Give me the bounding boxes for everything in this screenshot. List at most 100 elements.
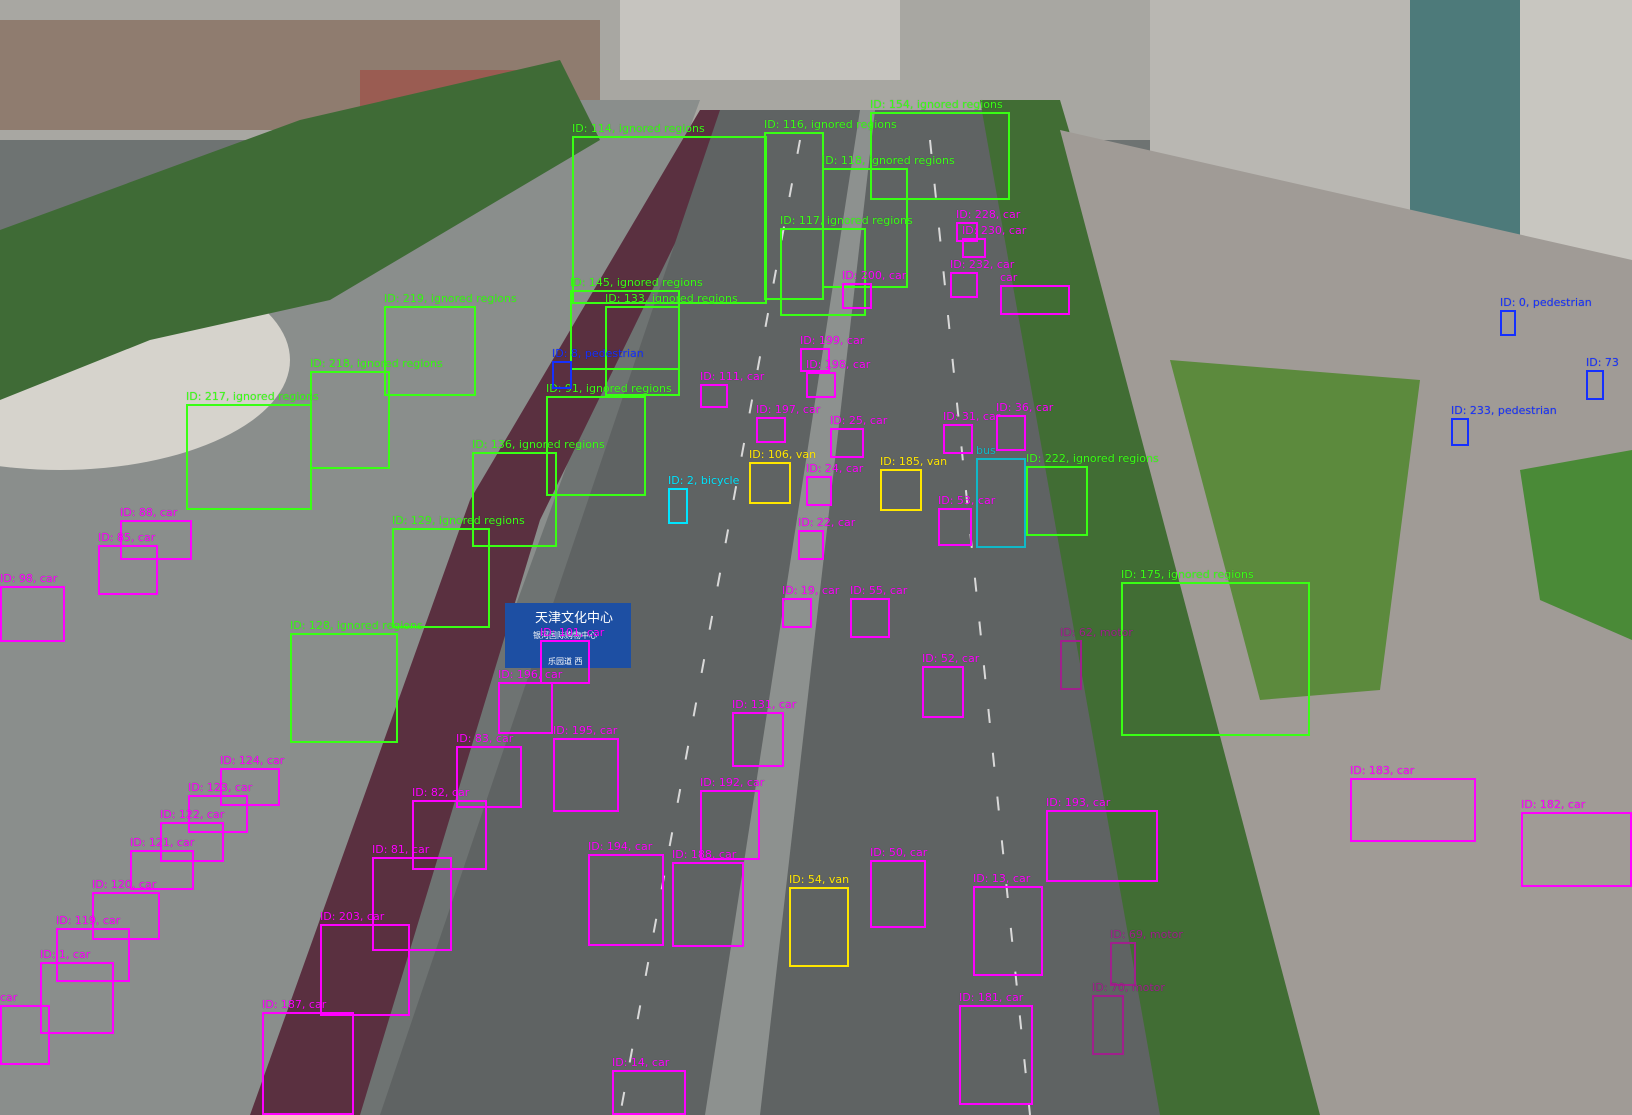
detection-label: ID: 119, car bbox=[56, 914, 121, 927]
detection-label: ID: 188, car bbox=[672, 848, 737, 861]
detection-label: ID: 50, car bbox=[870, 846, 928, 859]
detection-label: car bbox=[1000, 271, 1018, 284]
signboard-line1: 天津文化中心 bbox=[535, 611, 613, 626]
detection-label: ID: 98, car bbox=[0, 572, 58, 585]
detection-box-car bbox=[962, 238, 986, 258]
detection-label: ID: 36, car bbox=[996, 401, 1054, 414]
detection-label: ID: 69, motor bbox=[1110, 928, 1183, 941]
detection-box-ignored-regions bbox=[392, 528, 490, 628]
detection-label: ID: 24, car bbox=[806, 462, 864, 475]
detection-box-car bbox=[756, 417, 786, 443]
detection-box-car bbox=[938, 508, 972, 546]
detection-label: ID: 197, car bbox=[756, 403, 821, 416]
detection-label: ID: 129, ignored regions bbox=[392, 514, 525, 527]
detection-box-car bbox=[850, 598, 890, 638]
detection-label: ID: 55, car bbox=[850, 584, 908, 597]
detection-label: ID: 200, car bbox=[842, 269, 907, 282]
detection-box-car bbox=[412, 800, 487, 870]
detection-label: ID: 133, ignored regions bbox=[605, 292, 738, 305]
detection-label: ID: 52, car bbox=[922, 652, 980, 665]
detection-box-car bbox=[922, 666, 964, 718]
detection-label: ID: 111, car bbox=[700, 370, 765, 383]
detection-box-ignored-regions bbox=[384, 306, 476, 396]
detection-label: ID: 230, car bbox=[962, 224, 1027, 237]
detection-box-car bbox=[40, 962, 114, 1034]
detection-label: ID: 106, van bbox=[749, 448, 817, 461]
detection-box-car bbox=[973, 886, 1043, 976]
detection-box-pedestrian bbox=[1500, 310, 1516, 336]
detection-box-van bbox=[749, 462, 791, 504]
detection-box-car bbox=[870, 860, 926, 928]
detection-box-motor bbox=[1092, 995, 1124, 1055]
detection-label: ID: 62, motor bbox=[1060, 626, 1133, 639]
detection-label: ID: 8, pedestrian bbox=[552, 347, 644, 360]
detection-box-car bbox=[732, 712, 784, 767]
detection-box-car bbox=[943, 424, 973, 454]
detection-label: car bbox=[0, 991, 18, 1004]
detection-label: ID: 228, car bbox=[956, 208, 1021, 221]
detection-label: ID: 88, car bbox=[120, 506, 178, 519]
detection-label: ID: 136, ignored regions bbox=[472, 438, 605, 451]
detection-label: ID: 185, van bbox=[880, 455, 948, 468]
detection-box-pedestrian bbox=[1586, 370, 1604, 400]
detection-label: ID: 122, car bbox=[160, 808, 225, 821]
detection-label: ID: 123, car bbox=[188, 781, 253, 794]
detection-box-ignored-regions bbox=[310, 371, 390, 469]
detection-box-van bbox=[789, 887, 849, 967]
detection-box-car bbox=[553, 738, 619, 812]
detection-box-motor bbox=[1110, 942, 1136, 986]
detection-label: ID: 233, pedestrian bbox=[1451, 404, 1557, 417]
detection-label: ID: 194, car bbox=[588, 840, 653, 853]
detection-box-car bbox=[1521, 812, 1632, 887]
detection-box-car bbox=[588, 854, 664, 946]
detection-box-motor bbox=[1060, 640, 1082, 690]
detection-label: ID: 175, ignored regions bbox=[1121, 568, 1254, 581]
detection-label: ID: 22, car bbox=[798, 516, 856, 529]
detection-box-car bbox=[700, 384, 728, 408]
detection-label: ID: 193, car bbox=[1046, 796, 1111, 809]
detection-label: ID: 192, car bbox=[700, 776, 765, 789]
detection-label: ID: 196, car bbox=[498, 668, 563, 681]
detection-box-car bbox=[842, 283, 872, 309]
detection-box-car bbox=[0, 586, 65, 642]
detection-label: ID: 121, car bbox=[130, 836, 195, 849]
detection-label: ID: 25, car bbox=[830, 414, 888, 427]
detection-box-car bbox=[262, 1012, 354, 1115]
detection-label: ID: 101, car bbox=[540, 626, 605, 639]
detection-box-car bbox=[456, 746, 522, 808]
detection-box-car bbox=[372, 857, 452, 951]
detection-label: ID: 14, car bbox=[612, 1056, 670, 1069]
detection-label: ID: 117, ignored regions bbox=[780, 214, 913, 227]
detection-box-car bbox=[950, 272, 978, 298]
detection-label: ID: 218, ignored regions bbox=[310, 357, 443, 370]
detection-label: ID: 73 bbox=[1586, 356, 1619, 369]
detection-label: ID: 114, ignored regions bbox=[572, 122, 705, 135]
detection-box-ignored-regions bbox=[1026, 466, 1088, 536]
detection-box-car bbox=[996, 415, 1026, 451]
detection-box-ignored-regions bbox=[1121, 582, 1310, 736]
detection-label: bus bbox=[976, 444, 996, 457]
detection-label: ID: 120, car bbox=[92, 878, 157, 891]
detection-label: ID: 13, car bbox=[973, 872, 1031, 885]
detection-box-car bbox=[806, 476, 832, 506]
detection-label: ID: 2, bicycle bbox=[668, 474, 740, 487]
detection-label: ID: 1, car bbox=[40, 948, 91, 961]
detection-label: ID: 83, car bbox=[456, 732, 514, 745]
detection-box-car bbox=[830, 428, 864, 458]
detection-label: ID: 182, car bbox=[1521, 798, 1586, 811]
detection-label: ID: 31, car bbox=[943, 410, 1001, 423]
detection-label: ID: 54, van bbox=[789, 873, 850, 886]
detection-box-car bbox=[0, 1005, 50, 1065]
detection-box-pedestrian bbox=[552, 361, 572, 389]
detection-label: ID: 0, pedestrian bbox=[1500, 296, 1592, 309]
detection-box-car bbox=[672, 862, 744, 947]
detection-box-pedestrian bbox=[1451, 418, 1469, 446]
detection-box-car bbox=[1000, 285, 1070, 315]
detection-label: ID: 85, car bbox=[98, 531, 156, 544]
detection-label: ID: 181, car bbox=[959, 991, 1024, 1004]
detection-box-ignored-regions bbox=[290, 633, 398, 743]
detection-box-car bbox=[959, 1005, 1033, 1105]
detection-label: ID: 217, ignored regions bbox=[186, 390, 319, 403]
detection-label: ID: 53, car bbox=[938, 494, 996, 507]
detection-box-car bbox=[612, 1070, 686, 1115]
